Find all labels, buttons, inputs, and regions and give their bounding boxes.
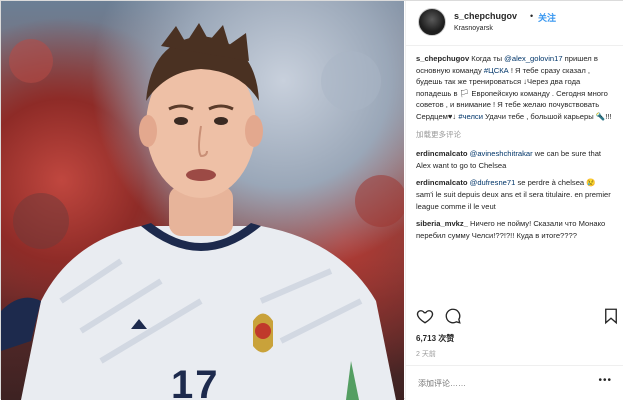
avatar[interactable] (418, 8, 446, 36)
caption-text-4: Удачи тебе , большой карьеры 🔦!!! (482, 111, 612, 121)
caption: s_chepchugov Когда ты @alex_golovin17 пр… (416, 53, 614, 123)
instagram-post-frame: 17 s_chepchugov • 关注 Krasnoyarsk s_chepc… (0, 0, 623, 400)
caption-mention[interactable]: @alex_golovin17 (504, 54, 562, 63)
load-more-comments[interactable]: 加载更多评论 (416, 129, 614, 141)
comment-input[interactable] (416, 374, 590, 392)
player-illustration (1, 23, 404, 400)
comment-mention[interactable]: @dufresne71 (470, 178, 516, 187)
post-sidebar: s_chepchugov • 关注 Krasnoyarsk s_chepchug… (405, 1, 623, 400)
more-icon[interactable]: ••• (598, 375, 612, 386)
list-item: erdincmalcato @avineshchitrakar we can b… (416, 148, 614, 171)
caption-hashtag[interactable]: #ЦСКА (484, 66, 509, 75)
comment-username[interactable]: siberia_mvkz_ (416, 219, 468, 228)
post-header: s_chepchugov • 关注 Krasnoyarsk (406, 1, 623, 46)
comment-username[interactable]: erdincmalcato (416, 149, 468, 158)
comment-icon[interactable] (444, 307, 462, 325)
follow-button[interactable]: 关注 (538, 11, 556, 24)
caption-text-1: Когда ты (469, 54, 505, 63)
post-location[interactable]: Krasnoyarsk (454, 25, 493, 32)
like-count[interactable]: 6,713 次赞 (416, 333, 454, 344)
heart-icon[interactable] (416, 307, 434, 325)
comments-list: s_chepchugov Когда ты @alex_golovin17 пр… (416, 53, 614, 247)
caption-username[interactable]: s_chepchugov (416, 54, 469, 63)
post-photo[interactable]: 17 (1, 1, 404, 400)
jersey-number: 17 (171, 363, 220, 400)
bookmark-icon[interactable] (602, 307, 620, 325)
list-item: erdincmalcato @dufresne71 se perdre à ch… (416, 177, 614, 212)
comment-username[interactable]: erdincmalcato (416, 178, 468, 187)
comment-mention[interactable]: @avineshchitrakar (470, 149, 533, 158)
action-bar (416, 307, 617, 327)
list-item: siberia_mvkz_ Ничего не пойму! Сказали ч… (416, 218, 614, 241)
author-username[interactable]: s_chepchugov (454, 11, 517, 21)
post-timestamp: 2 天前 (416, 351, 436, 358)
header-separator: • (530, 11, 534, 21)
add-comment-bar: ••• (406, 365, 623, 400)
caption-hashtag-2[interactable]: #челси (458, 112, 483, 121)
